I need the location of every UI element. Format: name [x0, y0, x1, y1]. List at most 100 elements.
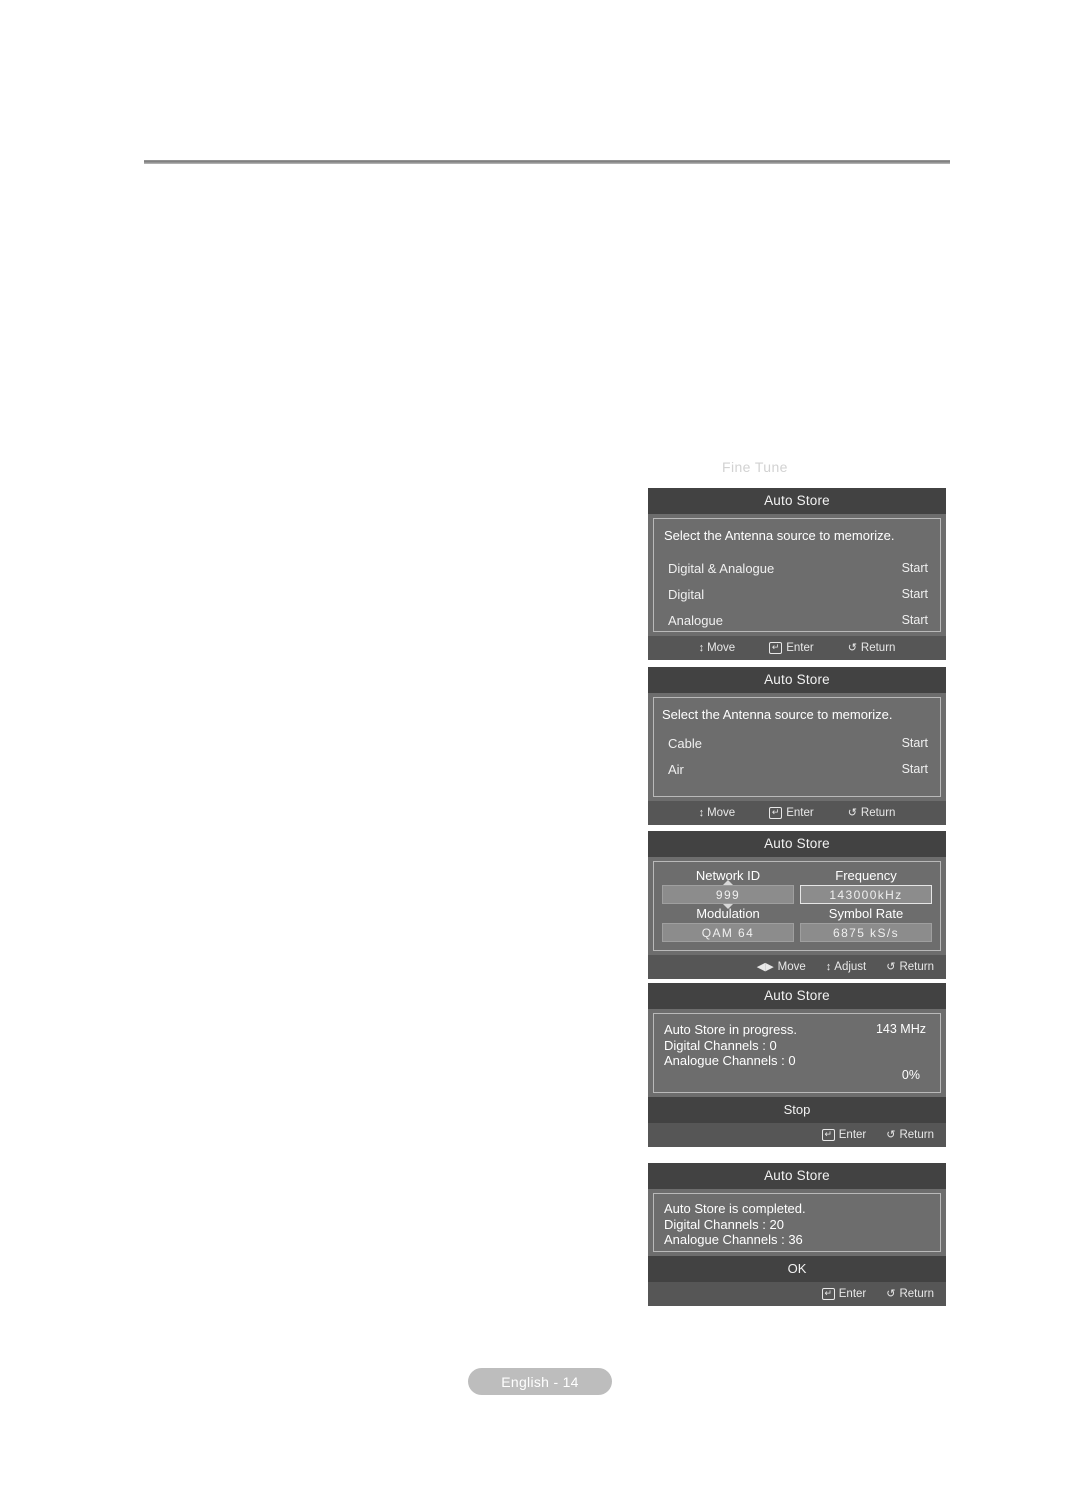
- hint-enter: ↵ Enter: [769, 642, 814, 654]
- hint-label: Adjust: [834, 961, 867, 973]
- option-label: Digital: [668, 586, 705, 602]
- hint-move: ◀▶ Move: [757, 961, 806, 973]
- hint-label: Enter: [786, 642, 814, 654]
- hint-label: Return: [899, 1129, 934, 1141]
- osd-panel-auto-store-source-dvb: Auto Store Select the Antenna source to …: [648, 488, 946, 660]
- start-button[interactable]: Start: [902, 736, 928, 750]
- start-button[interactable]: Start: [902, 613, 928, 627]
- enter-key-icon: ↵: [821, 1288, 835, 1300]
- return-arrow-icon: ↺: [886, 1128, 896, 1141]
- option-label: Analogue: [668, 612, 723, 628]
- hint-move: ↕ Move: [699, 642, 736, 654]
- hint-return: ↺ Return: [886, 961, 934, 973]
- panel-title: Auto Store: [648, 667, 946, 693]
- hint-return: ↺ Return: [886, 1129, 934, 1141]
- return-arrow-icon: ↺: [886, 1287, 896, 1300]
- field-value: 999: [715, 888, 741, 902]
- field-modulation[interactable]: Modulation QAM 64: [662, 906, 794, 942]
- hint-label: Enter: [838, 1129, 867, 1141]
- return-arrow-icon: ↺: [847, 641, 857, 654]
- panel-footer-hints: ↵ Enter ↺ Return: [648, 1282, 946, 1306]
- panel-title: Auto Store: [648, 983, 946, 1009]
- progress-frequency: 143 MHz: [875, 1022, 926, 1036]
- start-button[interactable]: Start: [902, 587, 928, 601]
- field-value-box[interactable]: 143000kHz: [800, 885, 932, 904]
- start-button[interactable]: Start: [902, 561, 928, 575]
- hint-enter: ↵ Enter: [821, 1129, 867, 1141]
- page-footer-language-badge: English - 14: [468, 1368, 612, 1395]
- return-arrow-icon: ↺: [886, 960, 896, 973]
- panel-body: Network ID 999 Frequency 143000kHz Modul…: [653, 861, 941, 951]
- osd-panel-auto-store-source-cable-air: Auto Store Select the Antenna source to …: [648, 667, 946, 825]
- panel-body: Auto Store is completed. Digital Channel…: [653, 1193, 941, 1252]
- stop-button[interactable]: Stop: [648, 1097, 946, 1123]
- progress-percent: 0%: [901, 1068, 920, 1082]
- option-row-cable[interactable]: Cable Start: [654, 730, 940, 756]
- panel-body: Select the Antenna source to memorize. D…: [653, 518, 941, 632]
- hint-label: Enter: [838, 1288, 867, 1300]
- option-row-air[interactable]: Air Start: [654, 756, 940, 782]
- field-network-id[interactable]: Network ID 999: [662, 868, 794, 909]
- ok-button[interactable]: OK: [648, 1256, 946, 1282]
- field-value-box[interactable]: QAM 64: [662, 923, 794, 942]
- osd-panel-auto-store-completed: Auto Store Auto Store is completed. Digi…: [648, 1163, 946, 1306]
- hint-enter: ↵ Enter: [769, 807, 814, 819]
- up-down-arrow-icon: ↕: [698, 641, 704, 654]
- hint-label: Move: [707, 807, 736, 819]
- panel-title: Auto Store: [648, 1163, 946, 1189]
- field-frequency[interactable]: Frequency 143000kHz: [800, 868, 932, 904]
- panel-instruction: Select the Antenna source to memorize.: [664, 528, 895, 543]
- option-row-digital-and-analogue[interactable]: Digital & Analogue Start: [654, 555, 940, 581]
- option-label: Air: [668, 761, 684, 777]
- enter-key-icon: ↵: [769, 807, 783, 819]
- field-caption: Frequency: [835, 868, 897, 883]
- up-down-arrow-icon: ↕: [698, 806, 704, 819]
- result-status-text: Auto Store is completed. Digital Channel…: [664, 1201, 806, 1247]
- up-down-arrow-icon: ↕: [825, 960, 831, 973]
- fine-tune-ghost-caption: Fine Tune: [722, 459, 788, 475]
- hint-label: Move: [777, 961, 806, 973]
- hint-label: Enter: [786, 807, 814, 819]
- osd-panel-auto-store-progress: Auto Store Auto Store in progress. Digit…: [648, 983, 946, 1147]
- panel-footer-hints: ↕ Move ↵ Enter ↺ Return: [648, 801, 946, 825]
- field-caption: Symbol Rate: [828, 906, 904, 921]
- hint-label: Return: [899, 961, 934, 973]
- field-value-box[interactable]: 999: [662, 880, 794, 909]
- osd-panel-auto-store-tuning: Auto Store Network ID 999 Frequency 1430…: [648, 831, 946, 979]
- hint-return: ↺ Return: [886, 1288, 934, 1300]
- progress-status: Auto Store in progress. Digital Channels…: [654, 1014, 940, 1090]
- option-row-analogue[interactable]: Analogue Start: [654, 607, 940, 633]
- hint-return: ↺ Return: [848, 807, 896, 819]
- result-status: Auto Store is completed. Digital Channel…: [654, 1194, 940, 1256]
- panel-body: Auto Store in progress. Digital Channels…: [653, 1013, 941, 1093]
- spinner-up-arrow-icon[interactable]: [723, 880, 733, 885]
- spinner-down-arrow-icon[interactable]: [723, 904, 733, 909]
- panel-body: Select the Antenna source to memorize. C…: [653, 697, 941, 797]
- field-symbol-rate[interactable]: Symbol Rate 6875 kS/s: [800, 906, 932, 942]
- option-row-digital[interactable]: Digital Start: [654, 581, 940, 607]
- hint-label: Return: [899, 1288, 934, 1300]
- option-label: Cable: [668, 735, 702, 751]
- left-right-arrow-icon: ◀▶: [756, 960, 774, 973]
- option-label: Digital & Analogue: [668, 560, 775, 576]
- return-arrow-icon: ↺: [847, 806, 857, 819]
- enter-key-icon: ↵: [769, 642, 783, 654]
- panel-footer-hints: ↵ Enter ↺ Return: [648, 1123, 946, 1147]
- hint-adjust: ↕ Adjust: [826, 961, 866, 973]
- panel-footer-hints: ↕ Move ↵ Enter ↺ Return: [648, 636, 946, 660]
- page-top-rule: [144, 160, 950, 164]
- tuning-parameter-grid: Network ID 999 Frequency 143000kHz Modul…: [654, 862, 940, 950]
- field-value-box[interactable]: 6875 kS/s: [800, 923, 932, 942]
- hint-label: Return: [860, 642, 896, 654]
- panel-footer-hints: ◀▶ Move ↕ Adjust ↺ Return: [648, 955, 946, 979]
- hint-label: Return: [860, 807, 896, 819]
- panel-instruction: Select the Antenna source to memorize.: [662, 707, 893, 722]
- hint-move: ↕ Move: [699, 807, 736, 819]
- panel-title: Auto Store: [648, 831, 946, 857]
- hint-return: ↺ Return: [848, 642, 896, 654]
- hint-enter: ↵ Enter: [821, 1288, 867, 1300]
- panel-title: Auto Store: [648, 488, 946, 514]
- enter-key-icon: ↵: [821, 1129, 835, 1141]
- hint-label: Move: [707, 642, 736, 654]
- start-button[interactable]: Start: [902, 762, 928, 776]
